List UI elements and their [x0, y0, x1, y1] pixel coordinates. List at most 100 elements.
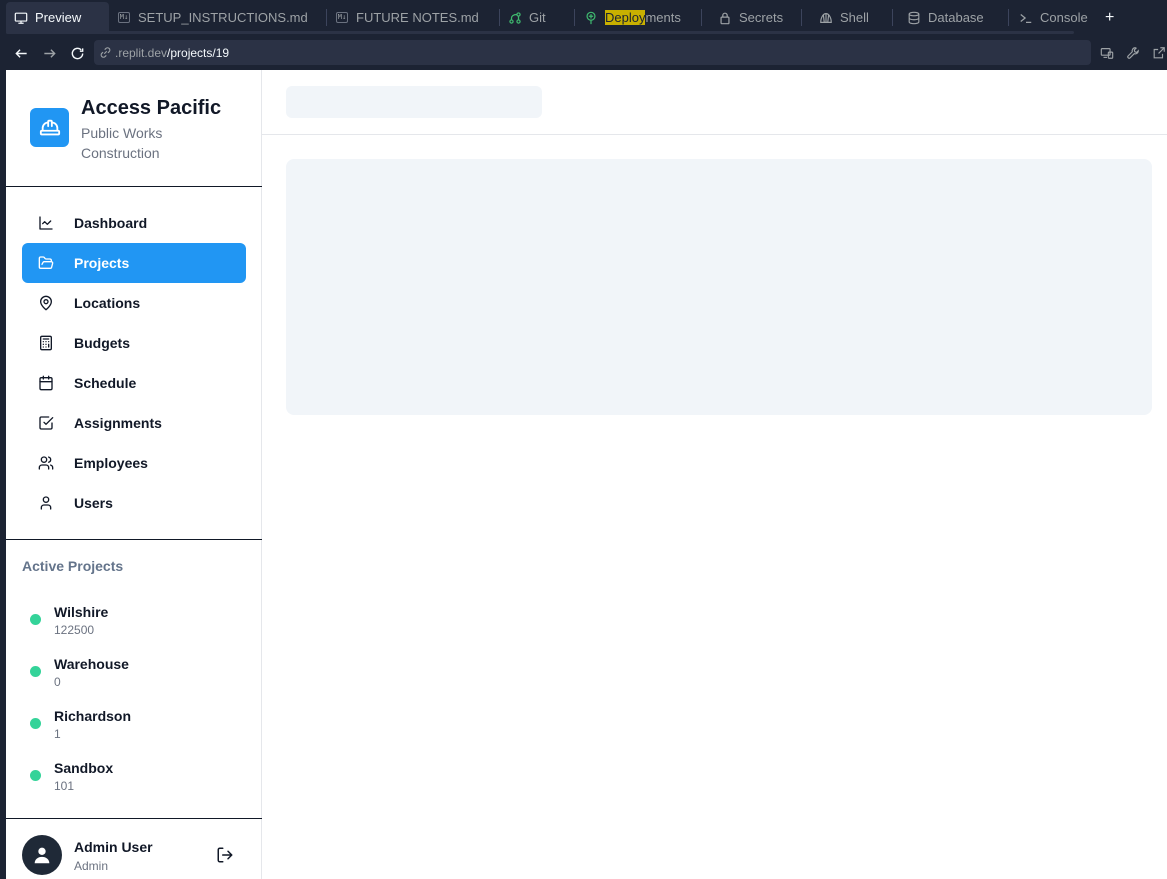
check-square-icon — [38, 415, 54, 431]
database-icon — [906, 10, 922, 26]
logout-button[interactable] — [216, 846, 234, 864]
user-avatar-icon — [34, 847, 50, 864]
git-icon — [507, 10, 523, 26]
nav-item-projects[interactable]: Projects — [22, 243, 246, 283]
hard-hat-icon — [30, 108, 69, 147]
tab-divider — [892, 9, 893, 26]
nav-label: Schedule — [74, 375, 137, 391]
map-pin-icon — [38, 295, 54, 311]
url-host: .replit.dev — [115, 45, 168, 60]
brand-header: Access Pacific Public Works Construction — [6, 70, 262, 187]
monitor-icon — [13, 10, 29, 26]
users-icon — [38, 455, 54, 471]
back-button[interactable] — [12, 44, 30, 62]
markdown-icon: M↓ — [117, 12, 131, 23]
tab-shell[interactable]: Shell — [818, 2, 869, 33]
refresh-icon — [71, 47, 83, 59]
tab-secrets[interactable]: Secrets — [717, 2, 783, 33]
folder-open-icon — [38, 255, 54, 271]
tab-label: Secrets — [739, 10, 784, 25]
nav-item-budgets[interactable]: Budgets — [22, 323, 246, 363]
tab-scrollbar[interactable] — [6, 31, 1074, 34]
console-icon — [1018, 10, 1034, 26]
brand-title: Access Pacific — [81, 97, 222, 119]
tab-label: Preview — [35, 10, 82, 25]
user-profile: Admin User Admin — [6, 819, 262, 879]
active-project-item[interactable]: Wilshire 122500 — [22, 600, 246, 640]
sidebar-divider — [6, 539, 262, 540]
reload-button[interactable] — [68, 44, 86, 62]
tab-label: Database — [928, 10, 984, 25]
avatar[interactable] — [22, 835, 62, 875]
project-name: Richardson — [54, 708, 132, 724]
wrench-icon — [1127, 47, 1139, 59]
tab-database[interactable]: Database — [906, 2, 984, 33]
project-value: 1 — [54, 727, 61, 741]
nav-label: Locations — [74, 295, 141, 311]
nav-label: Dashboard — [74, 215, 148, 231]
sidebar: Access Pacific Public Works Construction… — [6, 70, 262, 879]
tab-label-highlight: Deploy — [605, 10, 646, 25]
project-value: 0 — [54, 675, 61, 689]
devtools-button[interactable] — [1125, 45, 1141, 61]
markdown-icon: M↓ — [335, 12, 349, 23]
project-name: Sandbox — [54, 760, 114, 776]
tab-divider — [326, 9, 327, 26]
tab-divider — [801, 9, 802, 26]
arrow-left-icon — [14, 48, 27, 58]
project-name: Warehouse — [54, 656, 129, 672]
external-link-icon — [1153, 47, 1165, 59]
forward-button[interactable] — [40, 44, 58, 62]
nav-item-assignments[interactable]: Assignments — [22, 403, 246, 443]
tab-preview[interactable]: Preview — [6, 2, 109, 33]
nav-item-users[interactable]: Users — [22, 483, 246, 523]
project-name: Wilshire — [54, 604, 109, 620]
lock-icon — [717, 10, 733, 26]
active-project-item[interactable]: Richardson 1 — [22, 704, 246, 744]
tab-setup-instructions[interactable]: M↓ SETUP_INSTRUCTIONS.md — [116, 2, 308, 33]
nav-label: Projects — [74, 255, 130, 271]
nav-item-dashboard[interactable]: Dashboard — [22, 203, 246, 243]
status-dot — [30, 666, 41, 677]
chart-line-icon — [38, 215, 54, 231]
nav-label: Assignments — [74, 415, 162, 431]
tab-label: FUTURE NOTES.md — [356, 10, 479, 25]
nav-item-employees[interactable]: Employees — [22, 443, 246, 483]
user-name: Admin User — [74, 839, 153, 855]
tab-deployments[interactable]: Deploy ments — [583, 2, 681, 33]
link-icon — [99, 46, 112, 59]
nav-item-schedule[interactable]: Schedule — [22, 363, 246, 403]
url-input[interactable]: .replit.dev/projects/19 — [94, 40, 1091, 65]
tab-label: Git — [529, 10, 546, 25]
main-content — [262, 70, 1167, 879]
active-project-item[interactable]: Sandbox 101 — [22, 756, 246, 796]
url-path: /projects/19 — [167, 45, 230, 60]
shell-icon — [818, 10, 834, 26]
brand-subtitle: Public Works Construction — [81, 125, 163, 161]
tab-git[interactable]: Git — [507, 2, 546, 33]
user-role: Admin — [74, 859, 109, 873]
tab-future-notes[interactable]: M↓ FUTURE NOTES.md — [334, 2, 479, 33]
loading-title-skeleton — [286, 86, 542, 118]
calculator-icon — [38, 335, 54, 351]
active-project-item[interactable]: Warehouse 0 — [22, 652, 246, 692]
nav-item-locations[interactable]: Locations — [22, 283, 246, 323]
active-projects-heading: Active Projects — [22, 558, 124, 574]
add-tab-button[interactable]: + — [1105, 2, 1119, 33]
calendar-icon — [38, 375, 54, 391]
ide-tab-bar: Preview M↓ SETUP_INSTRUCTIONS.md M↓ FUTU… — [0, 0, 1167, 35]
tab-divider — [574, 9, 575, 26]
app-viewport: Access Pacific Public Works Construction… — [6, 70, 1167, 879]
status-dot — [30, 770, 41, 781]
status-dot — [30, 614, 41, 625]
logout-icon — [217, 847, 233, 863]
open-new-tab-button[interactable] — [1151, 45, 1167, 61]
devices-button[interactable] — [1099, 45, 1115, 61]
arrow-right-icon — [43, 48, 56, 58]
devices-icon — [1100, 48, 1114, 59]
tab-console[interactable]: Console — [1018, 2, 1088, 33]
nav-label: Budgets — [74, 335, 130, 351]
preview-toolbar: .replit.dev/projects/19 — [0, 35, 1167, 70]
tab-divider — [701, 9, 702, 26]
tab-label: Shell — [840, 10, 869, 25]
